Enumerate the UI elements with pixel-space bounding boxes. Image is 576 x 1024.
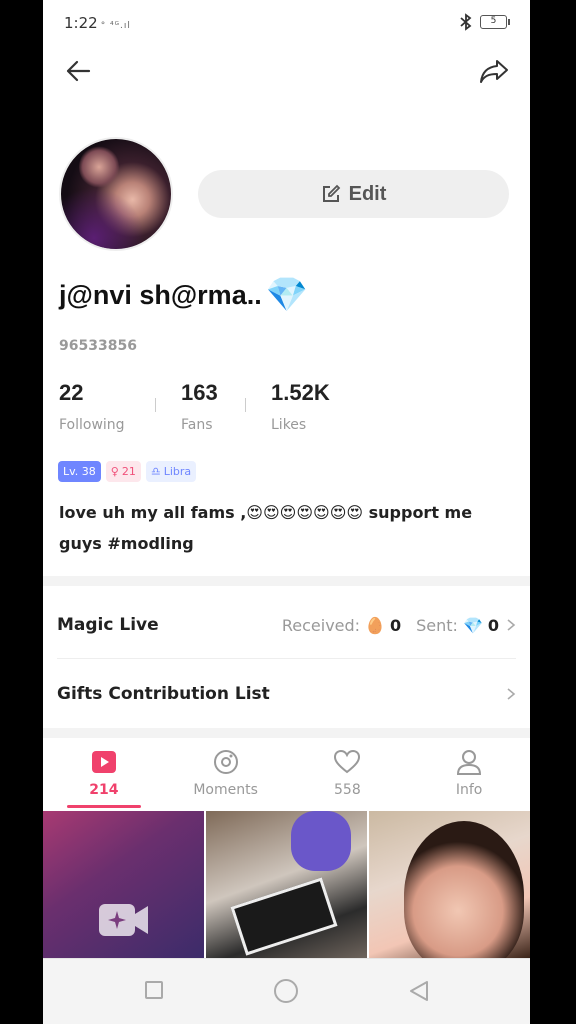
signal-icon: ° ⁴ᴳ.ıl — [100, 21, 131, 31]
magic-live-title: Magic Live — [57, 615, 159, 635]
female-icon: ♀ — [110, 465, 119, 478]
stat-fans[interactable]: 163 Fans — [181, 380, 218, 433]
edit-profile-button[interactable]: Edit — [198, 170, 509, 218]
stat-divider — [245, 398, 246, 412]
section-divider — [43, 576, 530, 586]
back-triangle-icon[interactable] — [407, 979, 431, 1003]
share-arrow-icon[interactable] — [478, 56, 510, 86]
stat-value: 163 — [181, 380, 218, 405]
profile-name: j@nvi sh@rma.. — [59, 279, 262, 310]
bean-icon: 🥚 — [365, 615, 385, 635]
tab-label: Info — [455, 782, 483, 798]
bluetooth-icon — [460, 13, 472, 31]
tab-label: Moments — [193, 782, 258, 798]
diamond-icon: 💎 — [462, 615, 483, 635]
edit-label: Edit — [348, 182, 387, 205]
zodiac-text: Libra — [163, 465, 192, 478]
received-label: Received: — [281, 615, 361, 635]
avatar[interactable] — [59, 137, 173, 251]
video-thumbnail[interactable] — [369, 811, 530, 958]
recents-icon[interactable] — [145, 981, 163, 999]
stat-likes[interactable]: 1.52K Likes — [271, 380, 330, 433]
libra-icon: ♎ — [150, 465, 161, 478]
sent-count: 0 — [487, 615, 499, 635]
tab-label: 214 — [89, 782, 119, 798]
stats-row: 22 Following 163 Fans 1.52K Likes — [59, 380, 359, 440]
status-time-text: 1:22 — [64, 14, 98, 32]
profile-tags: Lv. 38 ♀ 21 ♎ Libra — [58, 461, 197, 482]
diamond-emoji-icon: 💎 — [265, 275, 309, 315]
status-time: 1:22 ° ⁴ᴳ.ıl — [64, 14, 131, 32]
stat-value: 22 — [59, 380, 84, 405]
magic-live-row[interactable]: Magic Live Received: 🥚 0 Sent: 💎 0 — [43, 594, 530, 656]
sent-label: Sent: — [416, 615, 458, 635]
section-divider — [43, 728, 530, 738]
video-grid — [43, 811, 530, 958]
tab-likes[interactable]: 558 — [287, 738, 409, 810]
stat-following[interactable]: 22 Following — [59, 380, 125, 433]
tab-videos[interactable]: 214 — [43, 738, 165, 810]
top-nav — [43, 50, 530, 94]
row-divider — [57, 658, 516, 659]
stat-divider — [155, 398, 156, 412]
status-bar: 1:22 ° ⁴ᴳ.ıl 5 — [43, 0, 530, 46]
tab-info[interactable]: Info — [408, 738, 530, 810]
chevron-right-icon — [507, 619, 516, 631]
home-icon[interactable] — [274, 979, 298, 1003]
tab-label: 558 — [334, 782, 361, 798]
arrow-left-icon[interactable] — [63, 56, 93, 86]
video-camera-icon — [99, 904, 148, 936]
name-row: j@nvi sh@rma.. 💎 — [59, 278, 308, 312]
user-id: 96533856 — [59, 338, 137, 354]
play-video-icon — [91, 751, 116, 773]
battery-icon: 5 — [480, 15, 510, 29]
edit-icon — [322, 184, 340, 202]
zodiac-badge: ♎ Libra — [145, 461, 197, 482]
profile-screen: 1:22 ° ⁴ᴳ.ıl 5 Edit j@nvi sh@rma.. 💎 9653… — [43, 0, 530, 1024]
profile-bio: love uh my all fams ,😍😍😍😍😍😍😍 support me … — [59, 503, 473, 553]
video-thumbnail[interactable] — [43, 811, 204, 958]
heart-icon — [334, 749, 361, 774]
system-nav-bar — [43, 958, 530, 1024]
gender-age-badge: ♀ 21 — [105, 461, 141, 482]
battery-level: 5 — [490, 16, 497, 26]
stat-label: Following — [59, 417, 125, 433]
received-count: 0 — [389, 615, 402, 635]
gifts-title: Gifts Contribution List — [57, 684, 270, 704]
profile-tabs: 214 Moments 558 Info — [43, 738, 530, 810]
gifts-contribution-row[interactable]: Gifts Contribution List — [43, 663, 530, 725]
stat-label: Likes — [271, 417, 307, 433]
person-icon — [457, 750, 482, 775]
magic-live-stats: Received: 🥚 0 Sent: 💎 0 — [282, 616, 516, 635]
moments-icon — [213, 750, 238, 774]
active-tab-indicator — [67, 805, 141, 808]
tab-moments[interactable]: Moments — [165, 738, 287, 810]
stat-label: Fans — [181, 417, 213, 433]
stat-value: 1.52K — [271, 380, 330, 405]
level-badge: Lv. 38 — [58, 461, 101, 482]
chevron-right-icon — [507, 688, 516, 700]
gifts-row-right — [506, 687, 516, 701]
video-thumbnail[interactable] — [206, 811, 367, 958]
age-text: 21 — [121, 465, 136, 478]
